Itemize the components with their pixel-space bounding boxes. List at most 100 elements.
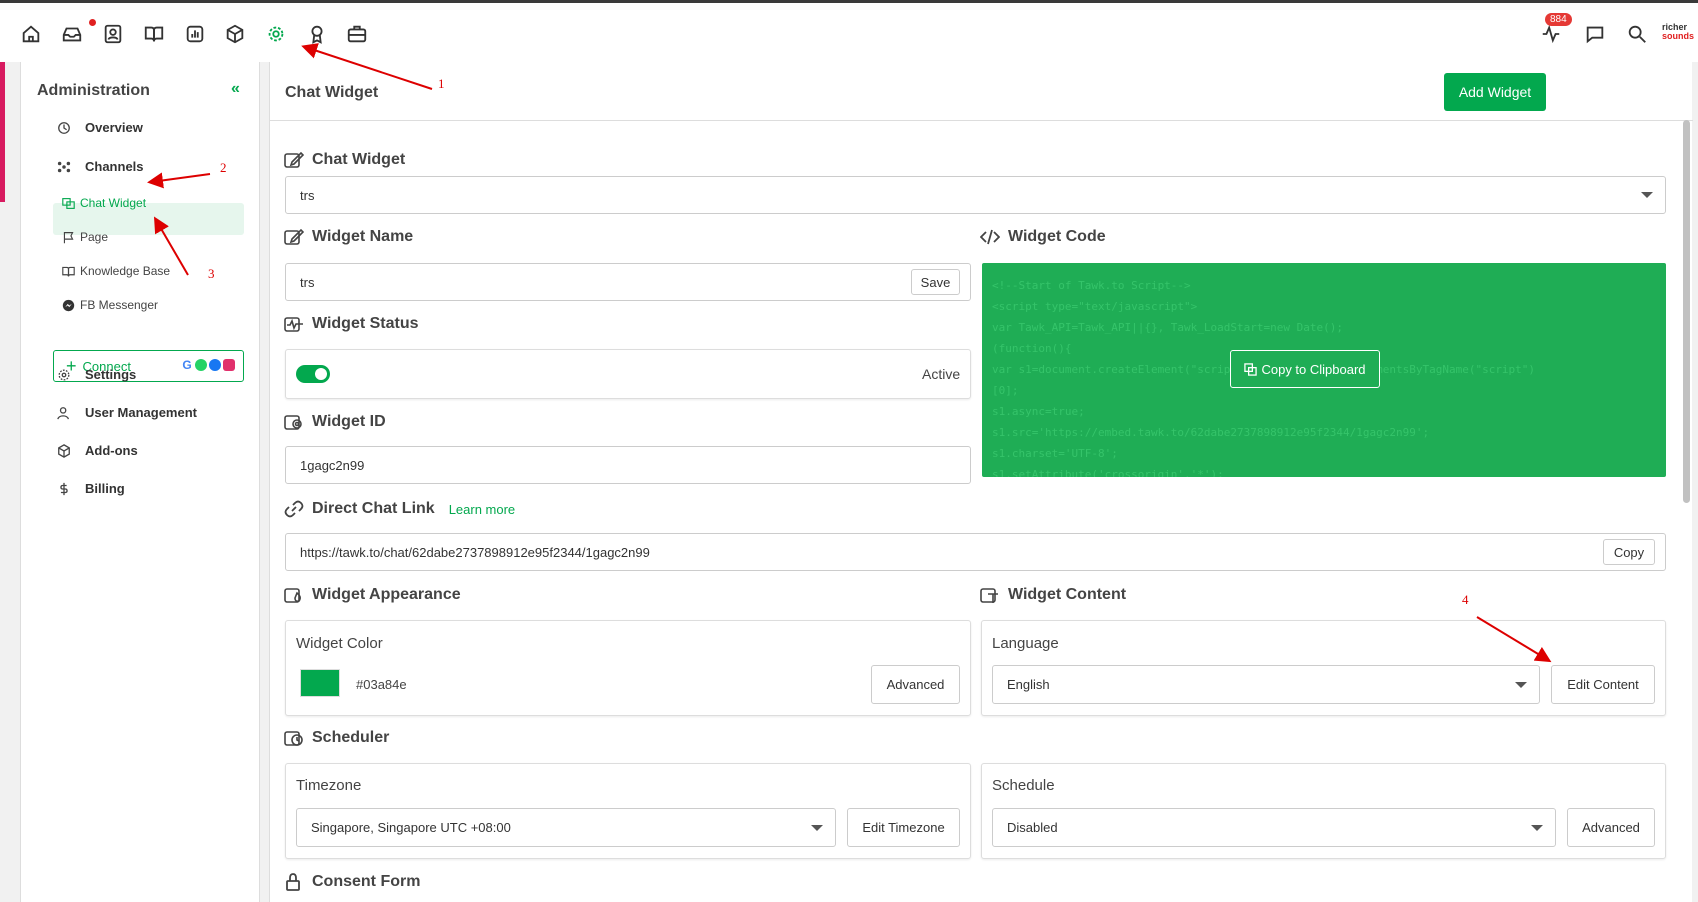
sidebar-item-label: Add-ons (85, 443, 138, 458)
widget-name-input[interactable]: trs (285, 263, 971, 301)
chevron-down-icon (1531, 824, 1543, 831)
briefcase-icon[interactable] (346, 23, 370, 47)
award-icon[interactable] (306, 23, 330, 47)
sidebar-item-add-ons[interactable]: Add-ons (57, 443, 138, 458)
input-value: 1gagc2n99 (300, 457, 365, 473)
learn-more-link[interactable]: Learn more (449, 502, 515, 517)
widget-code-section-title: Widget Code (980, 228, 1106, 246)
sidebar-item-label: Channels (85, 159, 144, 174)
box-icon (58, 443, 70, 458)
code-line: <script type="text/javascript"> (992, 300, 1198, 313)
color-swatch[interactable] (300, 669, 340, 697)
add-widget-button[interactable]: Add Widget (1444, 73, 1546, 111)
activity-icon (284, 317, 303, 332)
code-line: var Tawk_API=Tawk_API||{}, Tawk_LoadStar… (992, 321, 1343, 334)
reports-icon[interactable] (184, 23, 208, 47)
section-label: Widget Status (312, 315, 419, 332)
text-icon (980, 588, 998, 603)
code-line: s1.charset='UTF-8'; (992, 447, 1118, 460)
sidebar-item-settings[interactable]: Settings (57, 367, 136, 382)
sidebar-item-overview[interactable]: Overview (57, 120, 143, 135)
chat-widget-icon (62, 197, 75, 209)
language-select[interactable]: English (992, 665, 1540, 704)
settings-icon[interactable] (265, 23, 289, 47)
sidebar-item-label: FB Messenger (80, 298, 159, 312)
activity-icon[interactable] (1540, 23, 1564, 47)
chat-icon[interactable] (1584, 23, 1608, 47)
status-toggle[interactable] (296, 365, 330, 383)
chat-widget-select[interactable]: trs (285, 176, 1666, 214)
widget-code-box[interactable]: <!--Start of Tawk.to Script--> <script t… (982, 263, 1666, 477)
user-icon (57, 406, 70, 419)
widget-id-input[interactable]: 1gagc2n99 (285, 446, 971, 484)
edit-content-button[interactable]: Edit Content (1551, 665, 1655, 704)
search-icon[interactable] (1626, 23, 1650, 47)
section-label: Widget Name (312, 228, 414, 245)
direct-chat-link-input[interactable]: https://tawk.to/chat/62dabe2737898912e95… (285, 533, 1666, 571)
widget-status-panel (285, 349, 971, 399)
widget-content-section-title: Widget Content (980, 586, 1126, 604)
consent-form-section-title: Consent Form (284, 873, 420, 891)
sidebar-item-page[interactable]: Page (62, 230, 108, 244)
sidebar-item-chat-widget[interactable]: Chat Widget (62, 196, 146, 210)
code-line: s1.setAttribute('crossorigin','*'); (992, 468, 1224, 477)
widget-color-label: Widget Color (296, 635, 383, 652)
page-title: Chat Widget (285, 84, 379, 101)
contacts-icon[interactable] (102, 23, 126, 47)
notification-dot (89, 19, 96, 26)
copy-to-clipboard-button[interactable]: Copy to Clipboard (1230, 350, 1380, 388)
save-button[interactable]: Save (911, 269, 960, 295)
timezone-select[interactable]: Singapore, Singapore UTC +08:00 (296, 808, 836, 847)
main-header: Chat Widget Add Widget (270, 62, 1693, 121)
book-icon (62, 266, 75, 276)
home-icon[interactable] (20, 23, 44, 47)
copy-label: Copy to Clipboard (1261, 361, 1366, 377)
messenger-small-icon (209, 359, 221, 371)
addons-icon[interactable] (224, 23, 248, 47)
appearance-advanced-button[interactable]: Advanced (871, 665, 960, 704)
select-value: Disabled (1007, 820, 1058, 835)
input-value: trs (300, 274, 315, 290)
sidebar-item-fb-messenger[interactable]: FB Messenger (62, 298, 158, 312)
sidebar-item-label: Chat Widget (80, 196, 147, 210)
section-label: Direct Chat Link (312, 500, 435, 517)
sidebar-item-channels[interactable]: Channels (57, 159, 144, 174)
section-label: Widget Code (1008, 228, 1106, 245)
gear-icon (58, 369, 70, 380)
sidebar-item-label: Knowledge Base (80, 264, 171, 278)
edit-timezone-button[interactable]: Edit Timezone (847, 808, 960, 847)
code-icon (980, 229, 1000, 245)
logo-line2: sounds (1662, 31, 1695, 41)
overview-icon (58, 121, 70, 134)
schedule-advanced-button[interactable]: Advanced (1567, 808, 1655, 847)
widget-color-value: #03a84e (356, 677, 407, 692)
sidebar-item-label: Billing (85, 481, 125, 496)
copy-link-button[interactable]: Copy (1603, 539, 1655, 565)
scheduler-section-title: Scheduler (284, 729, 389, 747)
sidebar-item-label: Overview (85, 120, 143, 135)
social-icons: G (181, 359, 235, 371)
copy-icon (1244, 362, 1258, 376)
select-value: trs (300, 187, 315, 203)
inbox-icon[interactable] (61, 23, 85, 47)
widget-id-section-title: Widget ID (284, 413, 386, 431)
sidebar-item-user-management[interactable]: User Management (57, 405, 197, 420)
scrollbar[interactable] (1683, 120, 1690, 503)
admin-sidebar: Administration « Overview Channels Chat … (20, 62, 260, 902)
language-label: Language (992, 635, 1059, 652)
schedule-select[interactable]: Disabled (992, 808, 1556, 847)
schedule-label: Schedule (992, 777, 1055, 794)
knowledge-base-icon[interactable] (143, 23, 167, 47)
direct-chat-link-section-title: Direct Chat Link Learn more (284, 500, 515, 518)
sidebar-item-label: Settings (85, 367, 137, 382)
link-icon (284, 500, 304, 518)
brand-logo[interactable]: richer sounds (1662, 23, 1695, 41)
dollar-icon (60, 482, 68, 495)
section-label: Scheduler (312, 729, 390, 746)
sidebar-item-billing[interactable]: Billing (57, 481, 125, 496)
sidebar-item-knowledge-base[interactable]: Knowledge Base (62, 264, 170, 278)
accent-strip (0, 62, 5, 202)
section-label: Widget ID (312, 413, 386, 430)
widget-appearance-panel (285, 620, 971, 716)
collapse-sidebar-icon[interactable]: « (231, 80, 240, 98)
